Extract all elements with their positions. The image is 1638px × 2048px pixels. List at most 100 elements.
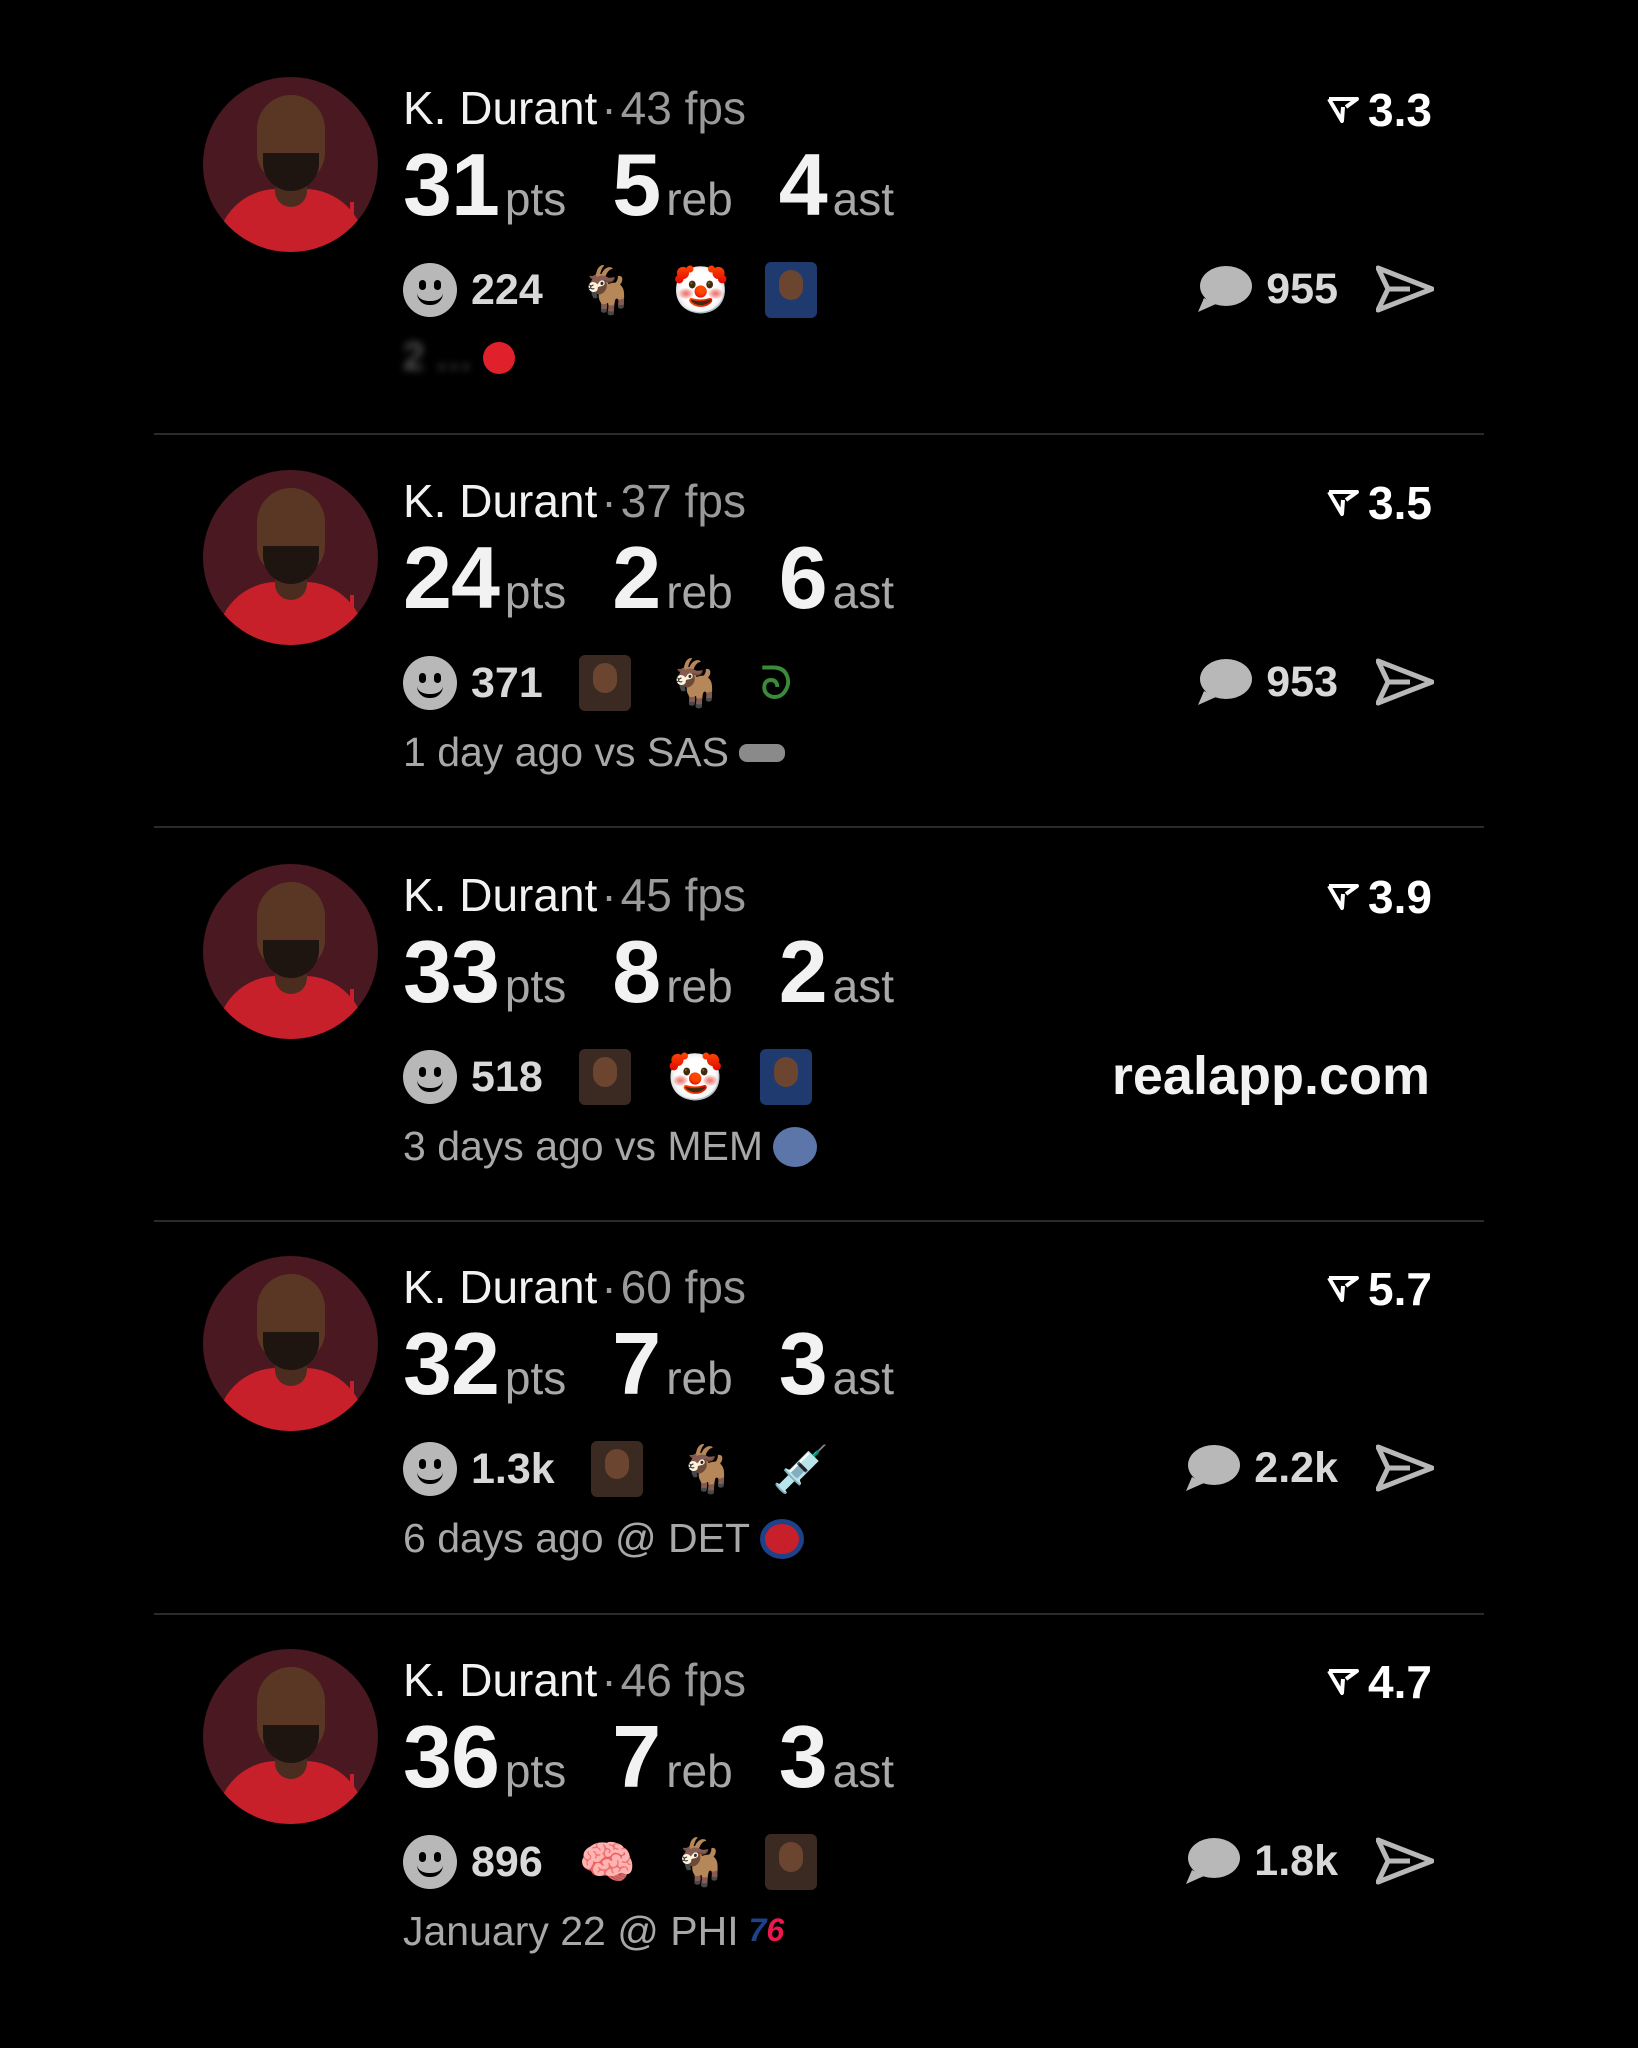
goat-emoji-icon[interactable]: 🐐 [579,262,636,318]
share-icon[interactable] [1376,1443,1434,1493]
comments-button[interactable]: 955 [1196,264,1338,314]
player-name[interactable]: K. Durant [403,869,597,921]
reactions-bar: 224 🐐 🤡 [403,262,853,318]
player-name[interactable]: K. Durant [403,1261,597,1313]
heart-icon [482,341,515,374]
syringe-emoji-icon[interactable]: 💉 [772,1441,829,1497]
rebounds-value: 7 [612,1314,661,1413]
spurs-logo-icon [738,743,785,762]
reaction-count[interactable]: 518 [471,1053,543,1102]
player-avatar[interactable] [203,1256,378,1431]
react-smiley-icon[interactable] [403,656,457,710]
rating-value: 3.9 [1368,871,1432,923]
rating-icon [1327,490,1360,516]
comment-bubble-icon [1186,1838,1241,1884]
points-unit: pts [504,1745,567,1797]
post-footer: 6 days ago @ DET [403,1515,804,1562]
post-card[interactable]: K. Durant·43 fps 3.3 31 pts 5 reb 4 ast 224 🐐… [0,0,1638,393]
rating-value: 3.5 [1368,477,1432,529]
rating: 3.9 [1326,871,1432,923]
player-avatar[interactable] [203,77,378,252]
player-photo-icon[interactable] [578,1049,631,1105]
rebounds-value: 2 [612,528,661,627]
player-name[interactable]: K. Durant [403,1654,597,1706]
comment-bubble-icon [1186,1445,1241,1491]
post-card[interactable]: K. Durant·60 fps 5.7 32 pts 7 reb 3 ast 1.3k … [0,1179,1638,1572]
rating-value: 4.7 [1368,1656,1432,1708]
rating-icon [1327,97,1360,123]
footer-text: 3 days ago vs MEM [403,1123,764,1169]
post-card[interactable]: K. Durant·45 fps 3.9 33 pts 8 reb 2 ast 518 🤡… [0,787,1638,1180]
player-photo-icon[interactable] [765,1834,818,1890]
comments-button[interactable]: 953 [1196,657,1338,707]
reaction-count[interactable]: 371 [471,659,543,708]
player-photo-icon[interactable] [590,1441,643,1497]
stat-line: 33 pts 8 reb 2 ast [403,927,940,1043]
rating-value: 5.7 [1368,1263,1432,1315]
assists-unit: ast [832,173,895,225]
clown-emoji-icon[interactable]: 🤡 [667,1049,724,1105]
reaction-count[interactable]: 224 [471,266,543,315]
player-name[interactable]: K. Durant [403,475,597,527]
rebounds-unit: reb [666,566,733,618]
post-header: K. Durant·37 fps [403,475,746,527]
points-value: 24 [403,528,500,627]
assists-value: 3 [778,1707,828,1806]
points-unit: pts [504,173,567,225]
fps-value: 45 fps [620,869,746,921]
points-unit: pts [504,566,567,618]
stat-line: 31 pts 5 reb 4 ast [403,140,940,256]
watermark: realapp.com [1111,1046,1430,1106]
post-card[interactable]: K. Durant·37 fps 3.5 24 pts 2 reb 6 ast 371 🐐… [0,393,1638,786]
comments-button[interactable]: 1.8k [1184,1836,1338,1886]
player-photo-icon[interactable] [578,655,631,711]
rating: 3.3 [1326,84,1432,136]
player-avatar[interactable] [203,864,378,1039]
react-smiley-icon[interactable] [403,1835,457,1889]
fps-value: 60 fps [620,1261,746,1313]
comment-count: 953 [1266,657,1338,706]
fps-value: 46 fps [620,1654,746,1706]
rebounds-value: 5 [612,135,661,234]
player-photo-icon[interactable] [760,1049,813,1105]
post-footer: 3 days ago vs MEM [403,1123,818,1170]
react-smiley-icon[interactable] [403,1442,457,1496]
post-header: K. Durant·46 fps [403,1654,746,1706]
footer-text: 2 … [403,336,473,378]
comment-count: 955 [1266,264,1338,313]
post-header: K. Durant·45 fps [403,869,746,921]
react-smiley-icon[interactable] [403,1050,457,1104]
player-avatar[interactable] [203,470,378,645]
react-smiley-icon[interactable] [403,263,457,317]
footer-text: 1 day ago vs SAS [403,729,729,775]
clown-emoji-icon[interactable]: 🤡 [672,262,729,318]
rebounds-value: 7 [612,1707,661,1806]
player-avatar[interactable] [203,1649,378,1824]
goat-emoji-icon[interactable]: 🐐 [667,655,724,711]
goat-emoji-icon[interactable]: 🐐 [679,1441,736,1497]
player-name[interactable]: K. Durant [403,82,597,134]
comment-bubble-icon [1198,266,1253,312]
snake-emoji-icon[interactable]: ᘐ [760,655,792,711]
post-footer: January 22 @ PHI 76 [403,1908,784,1955]
assists-unit: ast [832,1745,895,1797]
footer-text: 6 days ago @ DET [403,1515,750,1561]
reaction-count[interactable]: 1.3k [471,1445,555,1494]
grizzlies-logo-icon [773,1126,818,1167]
comments-button[interactable]: 2.2k [1184,1443,1338,1493]
rebounds-unit: reb [666,1352,733,1404]
brain-emoji-icon[interactable]: 🧠 [579,1834,636,1890]
footer-text: January 22 @ PHI [403,1908,739,1954]
fps-value: 43 fps [620,82,746,134]
post-card[interactable]: K. Durant·46 fps 4.7 36 pts 7 reb 3 ast 896 🧠… [0,1572,1638,1965]
reaction-count[interactable]: 896 [471,1838,543,1887]
goat-emoji-icon[interactable]: 🐐 [672,1834,729,1890]
pistons-logo-icon [760,1518,804,1559]
fps-value: 37 fps [620,475,746,527]
share-icon[interactable] [1376,1836,1434,1886]
post-footer: 2 … [403,336,515,379]
rebounds-value: 8 [612,922,661,1021]
share-icon[interactable] [1376,657,1434,707]
share-icon[interactable] [1376,264,1434,314]
player-photo-icon[interactable] [765,262,818,318]
